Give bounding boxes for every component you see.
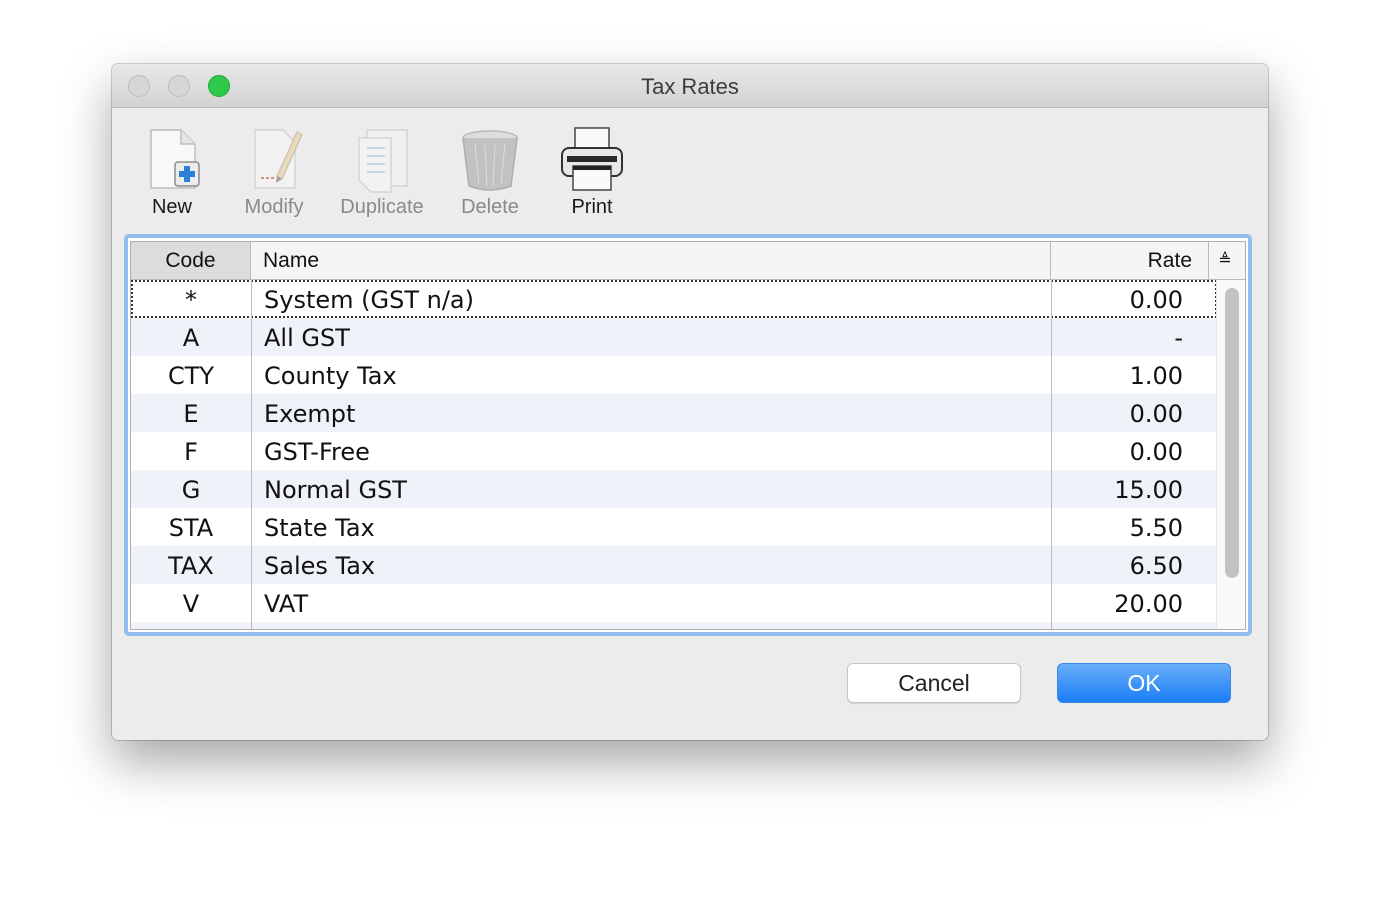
printer-icon xyxy=(557,126,627,194)
column-header-rate[interactable]: Rate xyxy=(1051,242,1209,279)
cell-code: * xyxy=(185,286,197,314)
modify-label: Modify xyxy=(244,196,304,218)
cell-rate: 0.00 xyxy=(1129,286,1183,314)
toolbar: New Modify Duplicate Delete Print xyxy=(112,108,1268,218)
scrollbar-thumb[interactable] xyxy=(1225,288,1239,578)
cell-name: GST-Free xyxy=(264,438,370,466)
title-bar[interactable]: Tax Rates xyxy=(112,64,1268,108)
edit-document-icon xyxy=(239,126,309,194)
window-title: Tax Rates xyxy=(641,74,739,99)
cell-rate: 6.50 xyxy=(1129,552,1183,580)
column-chooser-icon[interactable]: ≜ xyxy=(1209,242,1241,279)
cell-code: A xyxy=(182,324,200,352)
cell-name: VAT xyxy=(264,590,309,618)
cell-code: V xyxy=(182,590,200,618)
cell-code: F xyxy=(184,438,198,466)
cell-name: Normal GST xyxy=(264,476,407,504)
duplicate-document-icon xyxy=(347,126,417,194)
trash-icon xyxy=(455,126,525,194)
cell-name: County Tax xyxy=(264,362,397,390)
cell-rate: 0.00 xyxy=(1129,400,1183,428)
table-row[interactable]: STA State Tax 5.50 xyxy=(131,508,1217,546)
cell-rate: 20.00 xyxy=(1114,590,1183,618)
column-header-code[interactable]: Code xyxy=(131,242,251,279)
new-button[interactable]: New xyxy=(122,126,222,219)
vertical-scrollbar[interactable] xyxy=(1216,280,1245,629)
cell-name: System (GST n/a) xyxy=(264,286,474,314)
cell-name: Sales Tax xyxy=(264,552,376,580)
column-divider xyxy=(251,280,252,629)
tax-rates-table[interactable]: Code Name Rate ≜ * System (GST n/a) 0.00 A A… xyxy=(124,234,1252,636)
print-label: Print xyxy=(571,196,613,218)
cell-rate: - xyxy=(1174,324,1183,352)
delete-label: Delete xyxy=(461,196,519,218)
cell-rate: 15.00 xyxy=(1114,476,1183,504)
cell-rate: 5.50 xyxy=(1129,514,1183,542)
table-row[interactable]: G Normal GST 15.00 xyxy=(131,470,1217,508)
duplicate-label: Duplicate xyxy=(340,196,424,218)
table-body: * System (GST n/a) 0.00 A All GST - CTY County … xyxy=(131,280,1217,629)
table-row[interactable]: A All GST - xyxy=(131,318,1217,356)
column-header-name[interactable]: Name xyxy=(251,242,1051,279)
table-row[interactable]: F GST-Free 0.00 xyxy=(131,432,1217,470)
table-row[interactable]: * System (GST n/a) 0.00 xyxy=(131,280,1217,318)
print-button[interactable]: Print xyxy=(542,126,642,219)
table-row[interactable]: TAX Sales Tax 6.50 xyxy=(131,546,1217,584)
ok-button[interactable]: OK xyxy=(1057,663,1231,703)
column-divider xyxy=(1051,280,1052,629)
new-label: New xyxy=(151,196,192,218)
cell-name: Exempt xyxy=(264,400,356,428)
cell-code: TAX xyxy=(168,552,214,580)
cell-name: State Tax xyxy=(264,514,375,542)
table-row[interactable]: V VAT 20.00 xyxy=(131,584,1217,622)
cell-name: All GST xyxy=(264,324,350,352)
cell-code: CTY xyxy=(167,362,215,390)
cell-rate: 1.00 xyxy=(1129,362,1183,390)
delete-button[interactable]: Delete xyxy=(440,126,540,219)
cell-code: STA xyxy=(168,514,214,542)
tax-rates-window: Tax Rates New Modify Duplicate Delete Pr… xyxy=(112,64,1268,740)
table-row[interactable]: CTY County Tax 1.00 xyxy=(131,356,1217,394)
cancel-button[interactable]: Cancel xyxy=(847,663,1021,703)
empty-row xyxy=(131,622,1217,629)
modify-button[interactable]: Modify xyxy=(224,126,324,219)
duplicate-button[interactable]: Duplicate xyxy=(332,126,432,219)
table-header: Code Name Rate ≜ xyxy=(131,242,1245,280)
table-row[interactable]: E Exempt 0.00 xyxy=(131,394,1217,432)
cell-code: E xyxy=(183,400,199,428)
cell-code: G xyxy=(181,476,201,504)
new-document-icon xyxy=(137,126,207,194)
cell-rate: 0.00 xyxy=(1129,438,1183,466)
